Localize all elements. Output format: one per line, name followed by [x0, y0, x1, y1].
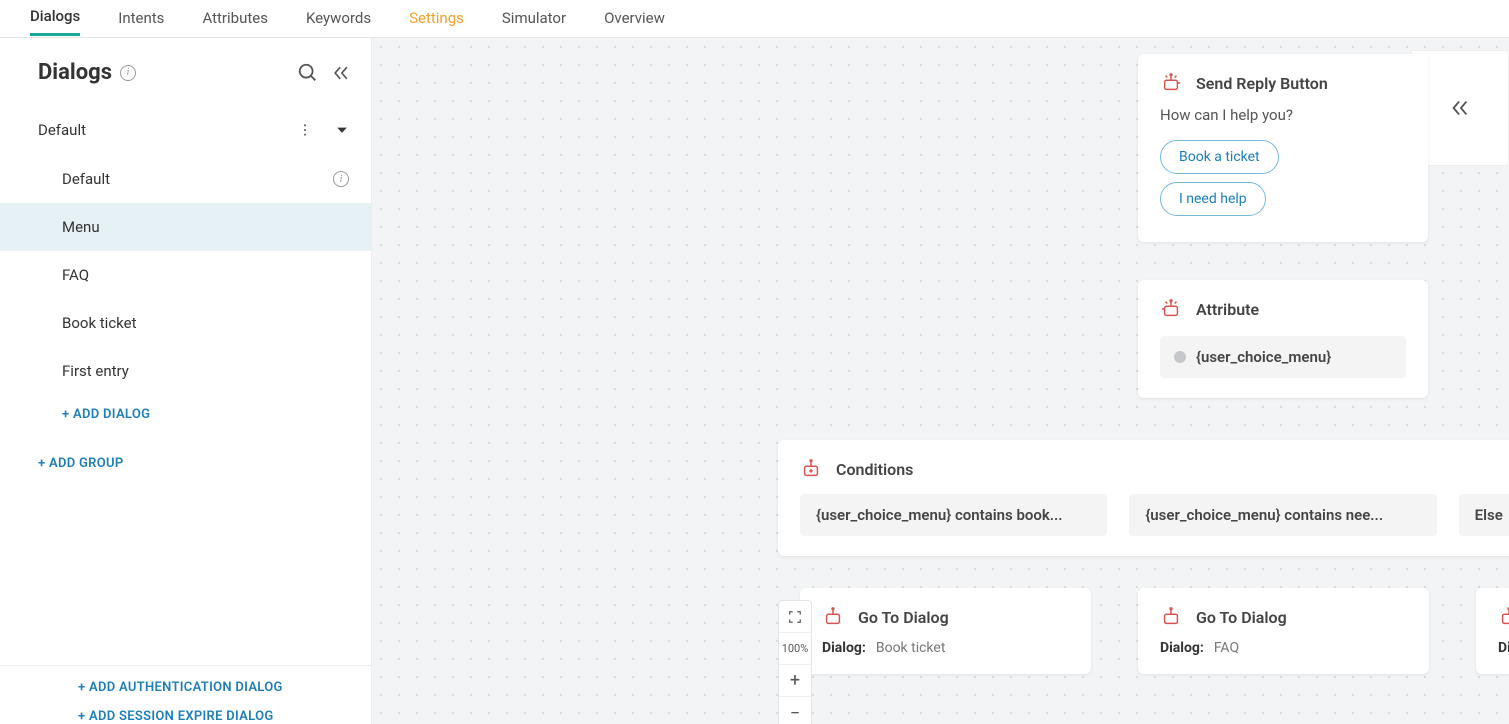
group-name: Default [38, 121, 86, 139]
search-icon[interactable] [297, 62, 319, 84]
zoom-controls: 100% + − [778, 600, 812, 724]
sidebar-item-label: Default [62, 170, 110, 188]
bot-icon [1498, 606, 1509, 628]
info-icon[interactable]: i [333, 171, 349, 187]
tab-keywords[interactable]: Keywords [306, 3, 371, 35]
node-title: Send Reply Button [1196, 74, 1328, 93]
chevron-down-icon[interactable] [335, 123, 349, 137]
bot-icon [1160, 606, 1182, 628]
sidebar-item-first-entry[interactable]: First entry [0, 347, 371, 395]
node-send-reply-button[interactable]: Send Reply Button How can I help you? Bo… [1138, 54, 1428, 242]
sidebar-item-menu[interactable]: Menu [0, 203, 371, 251]
node-goto-dialog-1[interactable]: Go To Dialog Dialog: Book ticket [800, 588, 1091, 674]
node-title: Go To Dialog [1196, 608, 1287, 627]
sidebar-title: Dialogs [38, 60, 112, 85]
tab-overview[interactable]: Overview [604, 3, 665, 35]
bot-icon [822, 606, 844, 628]
goto-label: Dialog: [822, 640, 866, 656]
goto-value: Book ticket [876, 640, 946, 656]
zoom-in-button[interactable]: + [779, 665, 811, 697]
tab-attributes[interactable]: Attributes [202, 3, 268, 35]
dot-icon [1174, 351, 1186, 363]
sidebar-item-book-ticket[interactable]: Book ticket [0, 299, 371, 347]
canvas[interactable]: Send Reply Button How can I help you? Bo… [372, 38, 1509, 724]
sidebar-item-default[interactable]: Default i [0, 155, 371, 203]
node-attribute[interactable]: Attribute {user_choice_menu} [1138, 280, 1428, 398]
info-icon[interactable]: i [120, 65, 136, 81]
node-goto-dialog-3[interactable]: Go To Dialog Dialog: Default [1476, 588, 1509, 674]
sidebar-item-label: Menu [62, 218, 100, 236]
bot-icon [1160, 72, 1182, 94]
attribute-value: {user_choice_menu} [1196, 348, 1331, 366]
bot-icon [800, 458, 822, 480]
condition-branch-2[interactable]: {user_choice_menu} contains nee... [1129, 494, 1436, 536]
add-auth-dialog-link[interactable]: + ADD AUTHENTICATION DIALOG [0, 666, 371, 705]
reply-text: How can I help you? [1160, 106, 1406, 124]
bot-icon [1160, 298, 1182, 320]
sidebar-item-faq[interactable]: FAQ [0, 251, 371, 299]
collapse-sidebar-icon[interactable] [331, 63, 351, 83]
sidebar-item-label: First entry [62, 362, 129, 380]
group-header[interactable]: Default [0, 101, 371, 155]
add-group-link[interactable]: + ADD GROUP [0, 434, 371, 471]
node-conditions[interactable]: Conditions {user_choice_menu} contains b… [778, 440, 1509, 556]
goto-value: FAQ [1214, 640, 1239, 656]
condition-branch-1[interactable]: {user_choice_menu} contains book... [800, 494, 1107, 536]
node-goto-dialog-2[interactable]: Go To Dialog Dialog: FAQ [1138, 588, 1429, 674]
more-vert-icon[interactable] [297, 122, 313, 138]
tab-simulator[interactable]: Simulator [502, 3, 566, 35]
sidebar: Dialogs i Default [0, 38, 372, 724]
add-session-expire-dialog-link[interactable]: + ADD SESSION EXPIRE DIALOG [0, 705, 371, 724]
goto-label: Dialog: [1160, 640, 1204, 656]
tab-dialogs[interactable]: Dialogs [30, 1, 80, 36]
reply-button-book-ticket[interactable]: Book a ticket [1160, 140, 1279, 174]
zoom-out-button[interactable]: − [779, 697, 811, 724]
node-title: Go To Dialog [858, 608, 949, 627]
node-title: Conditions [836, 460, 913, 479]
top-tabs: Dialogs Intents Attributes Keywords Sett… [0, 0, 1509, 38]
fit-to-screen-button[interactable] [779, 601, 811, 633]
add-dialog-link[interactable]: + ADD DIALOG [0, 395, 371, 434]
sidebar-item-label: FAQ [62, 266, 89, 284]
attribute-value-box[interactable]: {user_choice_menu} [1160, 336, 1406, 378]
sidebar-item-label: Book ticket [62, 314, 137, 332]
goto-label: Dialog: [1498, 640, 1509, 656]
condition-branch-else[interactable]: Else [1459, 494, 1509, 536]
tab-settings[interactable]: Settings [409, 3, 464, 35]
zoom-level: 100% [779, 633, 811, 665]
node-title: Attribute [1196, 300, 1259, 319]
tab-intents[interactable]: Intents [118, 3, 164, 35]
reply-button-need-help[interactable]: I need help [1160, 182, 1266, 216]
